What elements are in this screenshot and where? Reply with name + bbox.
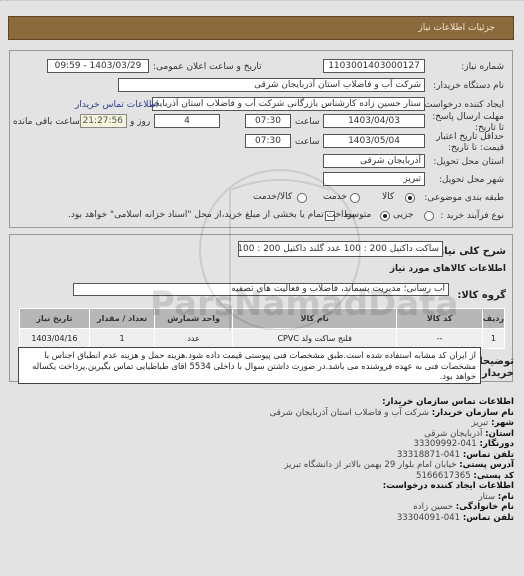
goods-info-title: اطلاعات کالاهای مورد نیاز — [389, 264, 506, 274]
fax-value: 041-33309992 — [413, 439, 477, 449]
col-unit: واحد شمارش — [154, 308, 233, 329]
contact-province-label: استان: — [485, 428, 514, 439]
top-divider — [0, 0, 524, 2]
creator-label: ایجاد کننده درخواست: — [421, 100, 504, 110]
payment-note: پرداخت تمام یا بخشی از مبلغ خرید،از محل … — [68, 210, 356, 220]
creator-phone-value: 041-33304091 — [396, 512, 461, 523]
group-label: گروه کالا: — [457, 290, 506, 301]
description-text: از ایران کد مشابه استفاده شده است.طبق مش… — [18, 347, 481, 384]
announce-field: 1403/03/29 - 09:59 — [47, 59, 149, 73]
address-value: خیابان امام بلوار 29 بهمن بالاتر از دانش… — [284, 460, 457, 470]
remaining-label: ساعت باقی مانده — [13, 117, 80, 127]
description-label: توضیحات خریدار: — [469, 356, 514, 379]
deadline-label: مهلت ارسال پاسخ: تا تاریخ: — [432, 112, 504, 133]
contact-province-value: آذربایجان شرقی — [424, 428, 483, 439]
buyer-contact-link[interactable]: اطلاعات تماس خریدار — [75, 100, 158, 110]
deadline-time-label: ساعت — [295, 117, 320, 127]
city-field: تبریز — [323, 172, 425, 186]
category-option-goods: کالا — [382, 192, 395, 202]
cell-row: 1 — [481, 328, 506, 349]
contact-section: اطلاعات تماس سازمان خریدار: نام سازمان خ… — [214, 397, 514, 523]
city-label: شهر محل تحویل: — [438, 175, 504, 185]
col-row: ردیف — [481, 308, 506, 329]
category-option-goods-service: کالا/خدمت — [253, 192, 293, 202]
goods-table: ردیف کد کالا نام کالا واحد شمارش تعداد /… — [19, 308, 506, 349]
announce-label: تاریخ و ساعت اعلان عمومی: — [153, 62, 262, 72]
cell-qty: 1 — [88, 328, 156, 349]
table-header-row: ردیف کد کالا نام کالا واحد شمارش تعداد /… — [19, 308, 506, 329]
fax-label: دورنگار: — [479, 439, 514, 449]
postal-label: کد پستی: — [473, 470, 514, 481]
province-field: آذربایجان شرقی — [323, 154, 425, 168]
table-row: 1 -- فلنج ساکت ولد CPVC عدد 1 1403/04/16 — [19, 328, 506, 349]
days-field: 4 — [154, 114, 220, 128]
deadline-date-field: 1403/04/03 — [323, 114, 425, 128]
contact-city-label: شهر: — [491, 418, 514, 428]
buyer-field: شرکت آب و فاضلاب استان آذربایجان شرقی — [118, 78, 425, 92]
validity-time-label: ساعت — [295, 137, 320, 147]
summary-label: شرح کلی نیاز: — [434, 246, 506, 257]
process-label: نوع فرآیند خرید : — [440, 211, 504, 221]
validity-label: حداقل تاریخ اعتبار قیمت: تا تاریخ: — [436, 132, 504, 153]
address-label: آدرس پستی: — [459, 460, 514, 470]
validity-time-field: 07:30 — [245, 134, 291, 148]
contact-title: اطلاعات تماس سازمان خریدار: — [382, 397, 514, 407]
org-label: نام سازمان خریدار: — [431, 407, 514, 418]
need-number-label: شماره نیاز: — [461, 62, 504, 72]
page-header: جزئیات اطلاعات نیاز — [8, 16, 514, 40]
creator-info-title: اطلاعات ایجاد کننده درخواست: — [382, 481, 514, 491]
category-radio-service[interactable] — [350, 193, 360, 203]
phone-label: تلفن تماس: — [462, 449, 514, 460]
category-option-service: خدمت — [323, 192, 347, 202]
contact-city-value: تبریز — [471, 418, 489, 428]
col-date: تاریخ نیاز — [19, 308, 90, 329]
province-label: استان محل تحویل: — [433, 157, 504, 167]
remaining-time-field: 21:27:56 — [80, 114, 127, 128]
validity-date-field: 1403/05/04 — [323, 134, 425, 148]
cell-code: -- — [396, 328, 483, 349]
name-value: ستار — [478, 491, 496, 502]
name-label: نام: — [497, 491, 514, 502]
buyer-label: نام دستگاه خریدار: — [433, 81, 504, 91]
org-value: شرکت آب و فاضلاب استان آذربایجان شرقی — [269, 407, 429, 418]
creator-phone-label: تلفن تماس: — [462, 512, 514, 523]
col-name: نام کالا — [231, 308, 398, 329]
postal-value: 5166617365 — [416, 470, 471, 481]
family-label: نام خانوادگی: — [455, 502, 514, 512]
cell-date: 1403/04/16 — [19, 328, 90, 349]
category-radio-goods-service[interactable] — [297, 193, 307, 203]
phone-value: 041-33318871 — [396, 449, 461, 460]
days-label: روز و — [130, 117, 151, 127]
family-value: حسین زاده — [413, 502, 453, 512]
page-title: جزئیات اطلاعات نیاز — [418, 23, 495, 33]
col-qty: تعداد / مقدار — [88, 308, 156, 329]
col-code: کد کالا — [396, 308, 483, 329]
deadline-time-field: 07:30 — [245, 114, 291, 128]
summary-field: ساکت داکتیل 200 : 100 عدد گلند داکتیل 20… — [238, 241, 443, 257]
process-option-minor: جزیی — [393, 210, 414, 220]
process-radio-medium[interactable] — [380, 211, 390, 221]
cell-name: فلنج ساکت ولد CPVC — [231, 328, 398, 349]
cell-unit: عدد — [154, 328, 233, 349]
process-radio-minor[interactable] — [424, 211, 434, 221]
group-field: آب رسانی؛ مدیریت پسماند، فاضلاب و فعالیت… — [73, 283, 449, 296]
category-label: طبقه بندی موضوعی: — [424, 193, 504, 203]
creator-field: ستار حسین زاده کارشناس بازرگانی شرکت آب … — [152, 97, 425, 111]
need-number-field: 1103001403000127 — [323, 59, 425, 73]
category-radio-goods[interactable] — [405, 193, 415, 203]
